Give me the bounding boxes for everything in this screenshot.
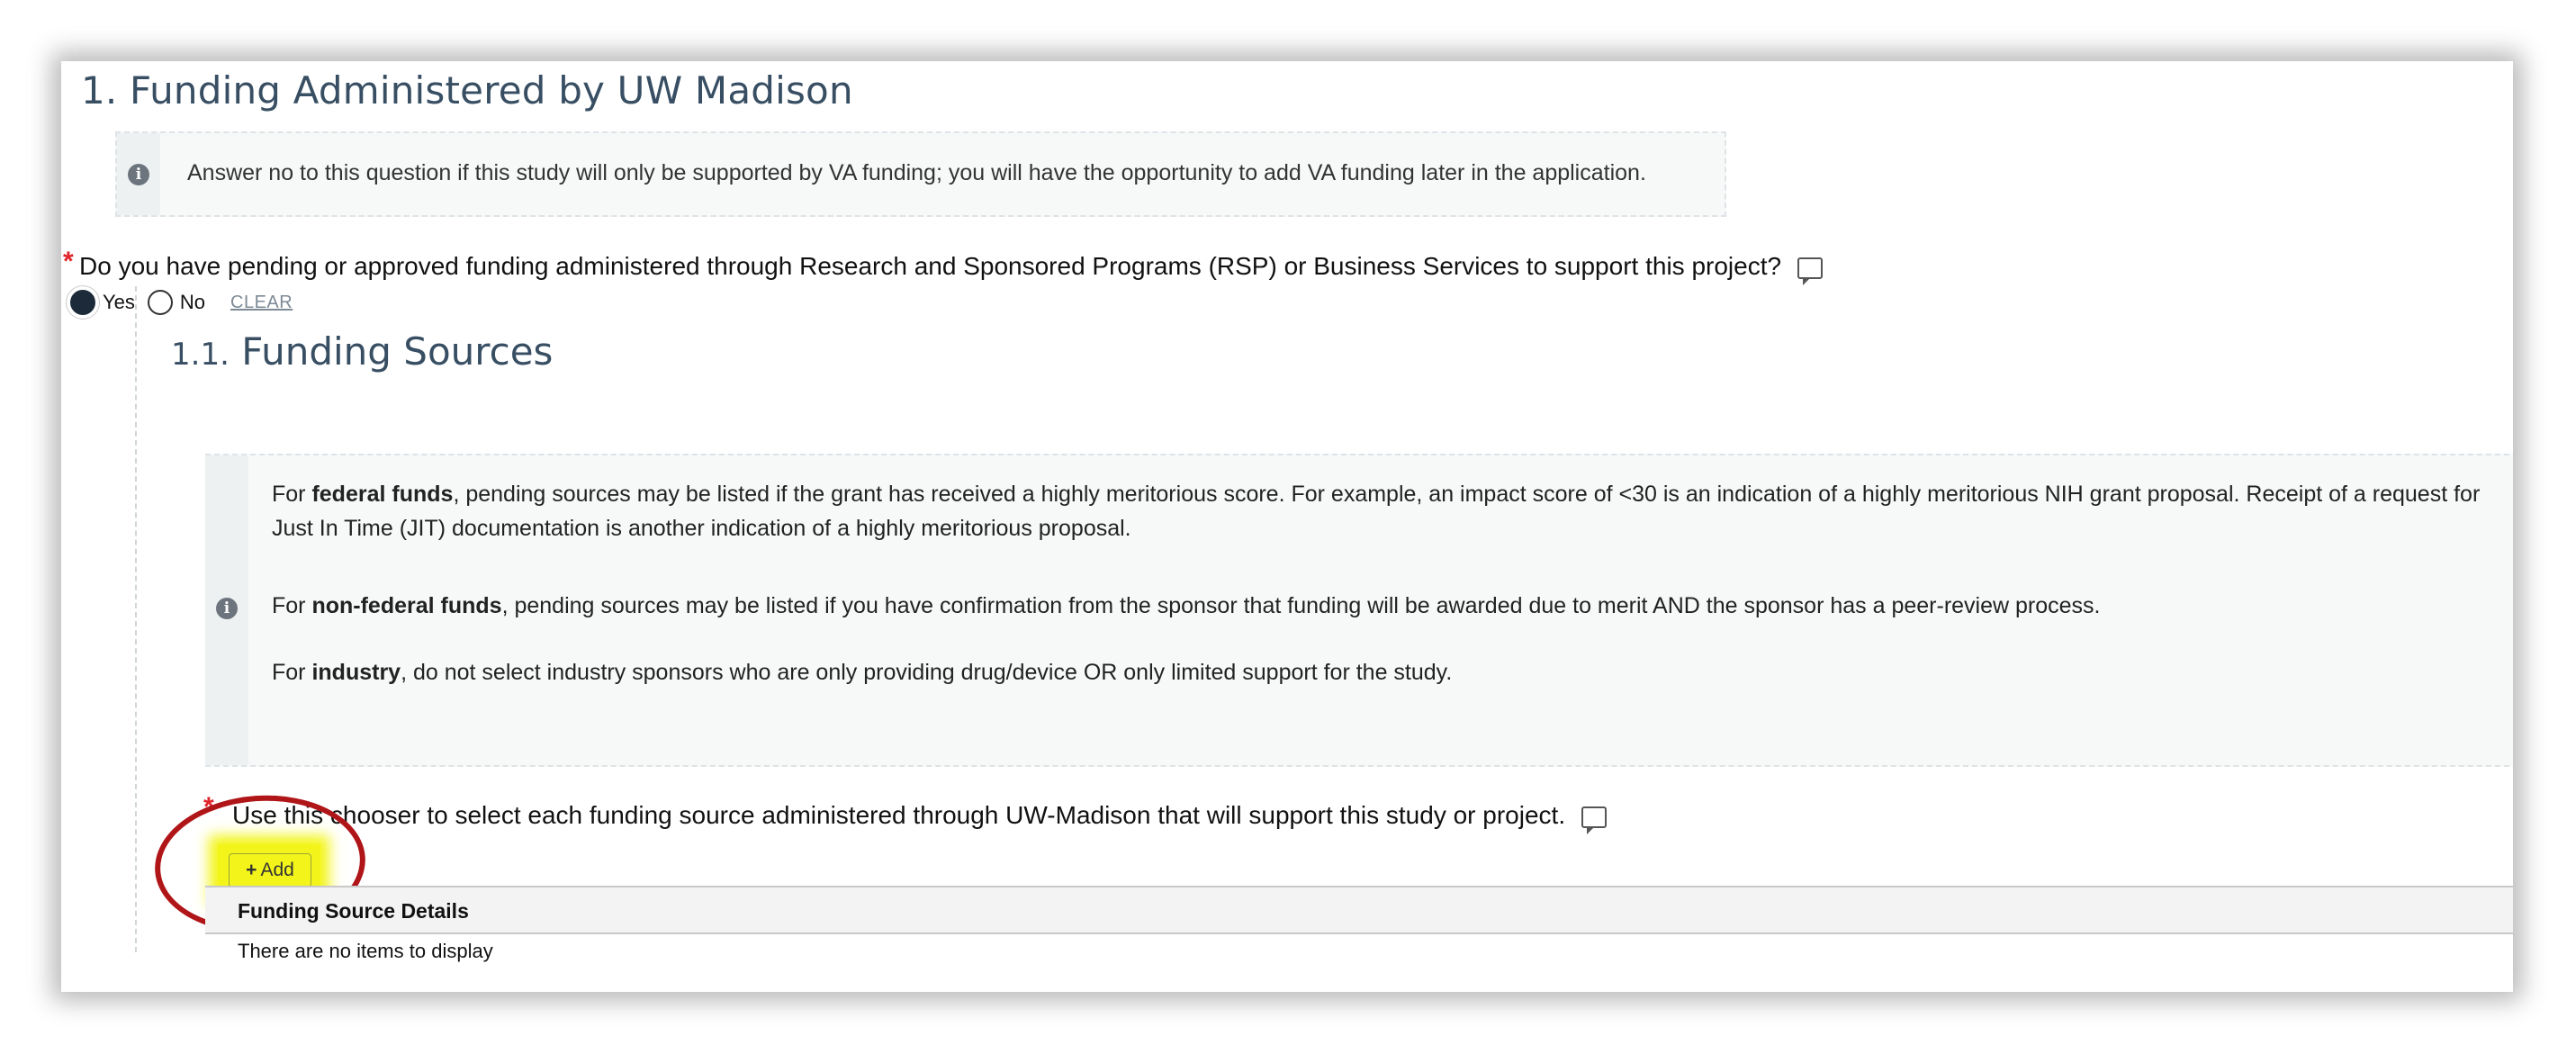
- nonfederal-funds-guidance: For non-federal funds, pending sources m…: [272, 589, 2504, 623]
- text-body: , do not select industry sponsors who ar…: [401, 660, 1453, 685]
- comment-icon[interactable]: [1797, 257, 1823, 285]
- funding-guidance-box: i For federal funds, pending sources may…: [205, 454, 2513, 767]
- bold-term: federal funds: [311, 482, 454, 507]
- section-title: 1. Funding Administered by UW Madison: [81, 68, 853, 113]
- table-header: Funding Source Details: [205, 886, 2513, 934]
- info-text: Answer no to this question if this study…: [187, 160, 1646, 185]
- question-text: Do you have pending or approved funding …: [79, 252, 1782, 280]
- form-card: 1. Funding Administered by UW Madison i …: [61, 61, 2513, 992]
- info-box: i Answer no to this question if this stu…: [115, 131, 1726, 217]
- subsection-title-text: Funding Sources: [241, 329, 554, 374]
- text-prefix: For: [272, 593, 312, 618]
- funding-source-table: Funding Source Details There are no item…: [205, 886, 2513, 968]
- subsection-number: 1.1.: [171, 337, 230, 373]
- chooser-question: Use this chooser to select each funding …: [232, 801, 1607, 834]
- info-icon: i: [216, 598, 238, 619]
- text-body: , pending sources may be listed if the g…: [272, 482, 2481, 541]
- radio-yes[interactable]: [70, 290, 95, 315]
- subsection-title: 1.1. Funding Sources: [171, 329, 553, 374]
- info-icon: i: [128, 164, 149, 185]
- comment-icon[interactable]: [1581, 806, 1607, 834]
- bold-term: industry: [311, 660, 401, 685]
- radio-yes-label[interactable]: Yes: [103, 291, 135, 314]
- federal-funds-guidance: For federal funds, pending sources may b…: [272, 477, 2504, 545]
- funding-question: Do you have pending or approved funding …: [79, 252, 1823, 285]
- question-text: Use this chooser to select each funding …: [232, 801, 1566, 829]
- text-body: , pending sources may be listed if you h…: [501, 593, 2101, 618]
- table-empty-message: There are no items to display: [238, 940, 493, 962]
- text-prefix: For: [272, 660, 312, 685]
- bold-term: non-federal funds: [311, 593, 502, 618]
- required-marker: *: [63, 247, 74, 276]
- text-prefix: For: [272, 482, 312, 507]
- industry-guidance: For industry, do not select industry spo…: [272, 655, 2504, 689]
